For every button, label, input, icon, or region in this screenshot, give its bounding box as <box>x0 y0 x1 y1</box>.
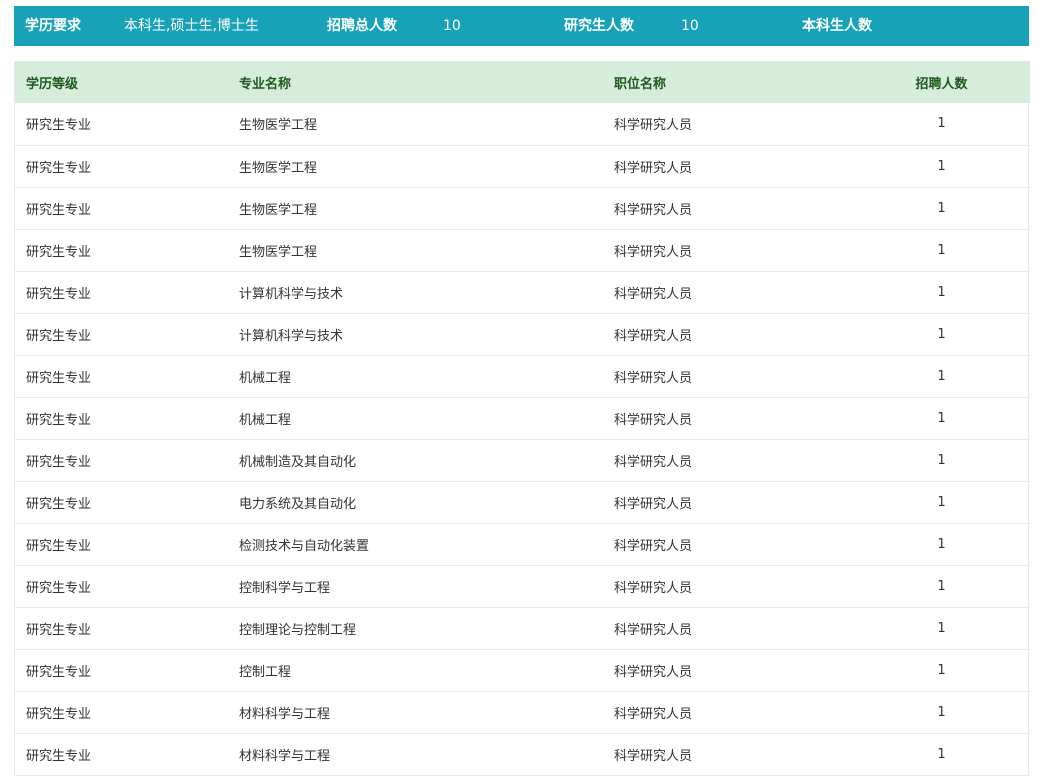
table-row: 研究生专业 材料科学与工程 科学研究人员 1 <box>15 691 1030 733</box>
cell-position-name: 科学研究人员 <box>614 664 693 680</box>
cell-position-name: 科学研究人员 <box>614 538 693 554</box>
cell-major-name: 控制理论与控制工程 <box>239 622 357 638</box>
table-row: 研究生专业 生物医学工程 科学研究人员 1 <box>15 187 1030 229</box>
cell-recruit-count: 1 <box>937 494 946 510</box>
cell-position-name: 科学研究人员 <box>614 328 693 344</box>
table-row: 研究生专业 控制理论与控制工程 科学研究人员 1 <box>15 607 1030 649</box>
cell-position-name: 科学研究人员 <box>614 748 693 764</box>
cell-position-name: 科学研究人员 <box>614 580 693 596</box>
cell-major-name: 材料科学与工程 <box>239 706 331 722</box>
header-recruit-count: 招聘人数 <box>915 76 968 92</box>
cell-major-name: 计算机科学与技术 <box>239 328 344 344</box>
total-recruit-label: 招聘总人数 <box>327 18 397 34</box>
cell-position-name: 科学研究人员 <box>614 244 693 260</box>
cell-recruit-count: 1 <box>937 452 946 468</box>
cell-recruit-count: 1 <box>937 536 946 552</box>
cell-position-name: 科学研究人员 <box>614 706 693 722</box>
cell-education-level: 研究生专业 <box>26 664 92 680</box>
cell-major-name: 材料科学与工程 <box>239 748 331 764</box>
cell-major-name: 生物医学工程 <box>239 118 318 134</box>
table-row: 研究生专业 机械制造及其自动化 科学研究人员 1 <box>15 439 1030 481</box>
table-body: 研究生专业 生物医学工程 科学研究人员 1 研究生专业 生物医学工程 科学研究人员 1 研究生专… <box>15 103 1030 775</box>
recruitment-summary-bar: 学历要求 本科生,硕士生,博士生 招聘总人数 10 研究生人数 10 本科生人数 <box>14 6 1029 46</box>
positions-table: 学历等级 专业名称 职位名称 招聘人数 研究生专业 生物医学工程 科学研究人员 1 研究… <box>15 61 1030 776</box>
cell-major-name: 生物医学工程 <box>239 160 318 176</box>
table-header-row: 学历等级 专业名称 职位名称 招聘人数 <box>15 61 1030 103</box>
positions-table-container: 学历等级 专业名称 职位名称 招聘人数 研究生专业 生物医学工程 科学研究人员 1 研究… <box>14 61 1030 776</box>
cell-position-name: 科学研究人员 <box>614 496 693 512</box>
table-row: 研究生专业 检测技术与自动化装置 科学研究人员 1 <box>15 523 1030 565</box>
cell-major-name: 控制工程 <box>239 664 292 680</box>
cell-education-level: 研究生专业 <box>26 454 92 470</box>
cell-education-level: 研究生专业 <box>26 370 92 386</box>
cell-recruit-count: 1 <box>937 326 946 342</box>
cell-position-name: 科学研究人员 <box>614 454 693 470</box>
education-value: 本科生,硕士生,博士生 <box>124 18 259 34</box>
cell-recruit-count: 1 <box>937 284 946 300</box>
cell-education-level: 研究生专业 <box>26 202 92 218</box>
cell-position-name: 科学研究人员 <box>614 160 693 176</box>
cell-education-level: 研究生专业 <box>26 496 92 512</box>
cell-major-name: 控制科学与工程 <box>239 580 331 596</box>
header-position-name: 职位名称 <box>614 76 667 92</box>
cell-position-name: 科学研究人员 <box>614 412 693 428</box>
cell-recruit-count: 1 <box>937 746 946 762</box>
cell-education-level: 研究生专业 <box>26 622 92 638</box>
cell-position-name: 科学研究人员 <box>614 622 693 638</box>
undergraduate-count-label: 本科生人数 <box>802 18 872 34</box>
cell-major-name: 电力系统及其自动化 <box>239 496 357 512</box>
cell-recruit-count: 1 <box>937 662 946 678</box>
cell-education-level: 研究生专业 <box>26 538 92 554</box>
cell-education-level: 研究生专业 <box>26 580 92 596</box>
header-major-name: 专业名称 <box>239 76 292 92</box>
total-recruit-value: 10 <box>443 18 461 34</box>
cell-recruit-count: 1 <box>937 704 946 720</box>
cell-major-name: 机械工程 <box>239 412 292 428</box>
cell-education-level: 研究生专业 <box>26 118 92 134</box>
cell-recruit-count: 1 <box>937 158 946 174</box>
cell-education-level: 研究生专业 <box>26 706 92 722</box>
cell-recruit-count: 1 <box>937 368 946 384</box>
cell-recruit-count: 1 <box>937 200 946 216</box>
cell-education-level: 研究生专业 <box>26 244 92 260</box>
table-row: 研究生专业 机械工程 科学研究人员 1 <box>15 397 1030 439</box>
cell-position-name: 科学研究人员 <box>614 286 693 302</box>
cell-recruit-count: 1 <box>937 242 946 258</box>
cell-education-level: 研究生专业 <box>26 160 92 176</box>
cell-major-name: 机械制造及其自动化 <box>239 454 357 470</box>
cell-recruit-count: 1 <box>937 410 946 426</box>
table-row: 研究生专业 生物医学工程 科学研究人员 1 <box>15 229 1030 271</box>
cell-education-level: 研究生专业 <box>26 412 92 428</box>
cell-education-level: 研究生专业 <box>26 748 92 764</box>
cell-major-name: 机械工程 <box>239 370 292 386</box>
cell-position-name: 科学研究人员 <box>614 118 693 134</box>
table-row: 研究生专业 控制科学与工程 科学研究人员 1 <box>15 565 1030 607</box>
cell-position-name: 科学研究人员 <box>614 370 693 386</box>
header-education-level: 学历等级 <box>26 76 79 92</box>
graduate-count-label: 研究生人数 <box>564 18 634 34</box>
cell-recruit-count: 1 <box>937 578 946 594</box>
table-row: 研究生专业 机械工程 科学研究人员 1 <box>15 355 1030 397</box>
cell-education-level: 研究生专业 <box>26 328 92 344</box>
table-row: 研究生专业 材料科学与工程 科学研究人员 1 <box>15 733 1030 775</box>
table-row: 研究生专业 生物医学工程 科学研究人员 1 <box>15 145 1030 187</box>
table-row: 研究生专业 计算机科学与技术 科学研究人员 1 <box>15 313 1030 355</box>
table-row: 研究生专业 生物医学工程 科学研究人员 1 <box>15 103 1030 145</box>
table-row: 研究生专业 控制工程 科学研究人员 1 <box>15 649 1030 691</box>
table-row: 研究生专业 计算机科学与技术 科学研究人员 1 <box>15 271 1030 313</box>
cell-major-name: 检测技术与自动化装置 <box>239 538 370 554</box>
cell-education-level: 研究生专业 <box>26 286 92 302</box>
cell-major-name: 计算机科学与技术 <box>239 286 344 302</box>
cell-major-name: 生物医学工程 <box>239 202 318 218</box>
cell-major-name: 生物医学工程 <box>239 244 318 260</box>
table-row: 研究生专业 电力系统及其自动化 科学研究人员 1 <box>15 481 1030 523</box>
cell-position-name: 科学研究人员 <box>614 202 693 218</box>
cell-recruit-count: 1 <box>937 116 946 132</box>
graduate-count-value: 10 <box>681 18 699 34</box>
education-label: 学历要求 <box>25 18 81 34</box>
cell-recruit-count: 1 <box>937 620 946 636</box>
